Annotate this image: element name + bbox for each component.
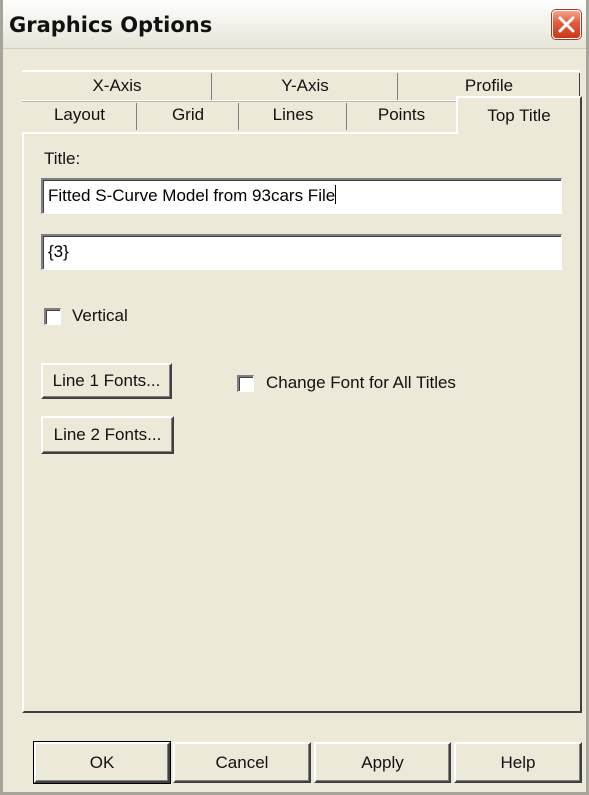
apply-button[interactable]: Apply [314,742,451,783]
tab-layout[interactable]: Layout [22,100,137,130]
tab-grid[interactable]: Grid [137,100,239,130]
line-1-fonts-button[interactable]: Line 1 Fonts... [41,363,172,399]
tab-label: X-Axis [92,76,142,95]
tab-x-axis[interactable]: X-Axis [22,70,212,100]
tab-label: Points [377,105,426,124]
close-icon [558,16,575,33]
vertical-checkbox[interactable] [44,308,61,325]
tab-lines[interactable]: Lines [239,100,347,130]
graphics-options-dialog: Graphics Options X-Axis Y-Axis Profile L… [0,0,589,795]
title-bar[interactable]: Graphics Options [3,0,586,49]
title-label: Title: [44,149,81,168]
tab-label: Grid [171,105,205,124]
tab-label: Layout [53,105,106,124]
tab-label: Y-Axis [281,76,329,95]
tab-y-axis[interactable]: Y-Axis [212,70,398,100]
window-title: Graphics Options [9,13,213,37]
close-button[interactable] [552,10,581,39]
change-font-all-titles-label: Change Font for All Titles [266,373,456,392]
line-2-fonts-button[interactable]: Line 2 Fonts... [41,416,174,454]
help-button[interactable]: Help [454,742,582,783]
text-caret [335,185,337,204]
tab-label: Top Title [487,106,551,125]
title-line-1-text: Fitted S-Curve Model from 93cars File [48,186,336,205]
tab-top-title[interactable]: Top Title [456,96,582,134]
change-font-all-titles-checkbox[interactable] [237,375,254,392]
title-line-1-input[interactable]: Fitted S-Curve Model from 93cars File [41,178,562,214]
vertical-label: Vertical [72,306,128,325]
tab-panel: Title: Fitted S-Curve Model from 93cars … [22,132,582,713]
tab-label: Lines [272,105,314,124]
tab-label: Profile [464,76,514,95]
ok-button[interactable]: OK [33,741,171,784]
title-line-2-text: {3} [48,242,69,261]
cancel-button[interactable]: Cancel [173,742,311,783]
tab-points[interactable]: Points [347,100,456,130]
title-line-2-input[interactable]: {3} [41,234,562,270]
